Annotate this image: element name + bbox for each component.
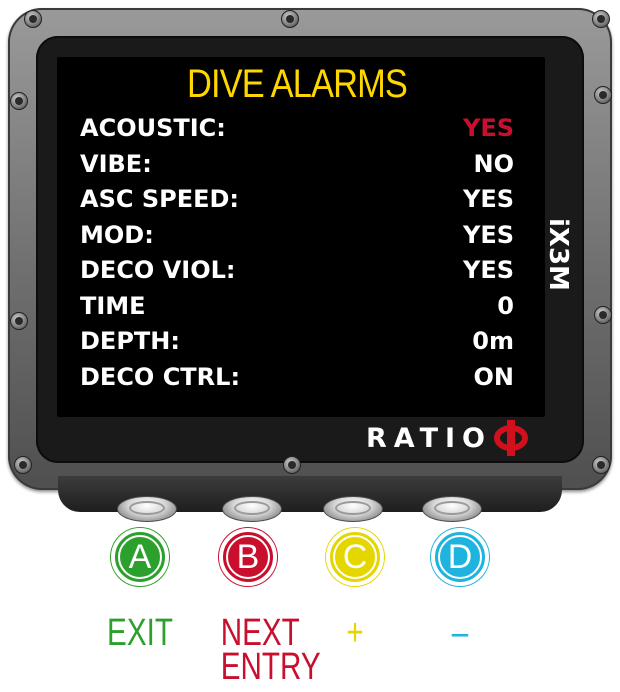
setting-value: YES: [462, 185, 514, 213]
dive-computer: DIVE ALARMS ACOUSTIC: YES VIBE: NO ASC S…: [0, 0, 620, 692]
button-b-badge: B: [219, 528, 277, 586]
setting-row-time[interactable]: TIME 0: [80, 292, 514, 328]
menu-title: DIVE ALARMS: [187, 62, 408, 106]
setting-row-vibe[interactable]: VIBE: NO: [80, 150, 514, 186]
alarm-settings-list: ACOUSTIC: YES VIBE: NO ASC SPEED: YES MO…: [80, 114, 514, 398]
setting-label: VIBE:: [80, 149, 152, 178]
phi-logo-icon: [494, 420, 529, 456]
button-c-function: +: [346, 612, 364, 654]
physical-button-d[interactable]: [422, 490, 482, 524]
setting-row-asc-speed[interactable]: ASC SPEED: YES: [80, 185, 514, 221]
button-c-letter: C: [333, 535, 377, 579]
setting-label: DEPTH:: [80, 327, 180, 355]
button-d-function: –: [451, 612, 469, 654]
screw-icon: [10, 312, 28, 330]
setting-row-deco-ctrl[interactable]: DECO CTRL: ON: [80, 363, 514, 399]
physical-button-a[interactable]: [117, 490, 177, 524]
setting-value: NO: [473, 149, 515, 178]
button-a-function: EXIT: [107, 612, 173, 654]
setting-label: MOD:: [80, 220, 154, 249]
screw-icon: [24, 10, 42, 28]
setting-row-depth[interactable]: DEPTH: 0m: [80, 327, 514, 363]
setting-row-acoustic[interactable]: ACOUSTIC: YES: [80, 114, 514, 150]
setting-label: ACOUSTIC:: [80, 114, 226, 142]
setting-value: 0m: [472, 327, 514, 355]
setting-value: YES: [462, 114, 514, 142]
button-a-badge: A: [111, 528, 169, 586]
button-c-badge: C: [326, 528, 384, 586]
setting-value: YES: [462, 256, 514, 284]
screw-icon: [592, 10, 610, 28]
setting-label: DECO VIOL:: [80, 256, 236, 284]
button-d-letter: D: [438, 535, 482, 579]
screw-icon: [283, 456, 301, 474]
setting-row-deco-viol[interactable]: DECO VIOL: YES: [80, 256, 514, 292]
button-b-letter: B: [226, 535, 270, 579]
setting-value: 0: [497, 291, 514, 320]
physical-button-c[interactable]: [323, 490, 383, 524]
setting-label: TIME: [80, 291, 146, 320]
screw-icon: [281, 10, 299, 28]
setting-label: ASC SPEED:: [80, 185, 240, 213]
button-b-function: NEXT ENTRY: [220, 612, 321, 688]
setting-row-mod[interactable]: MOD: YES: [80, 221, 514, 257]
setting-label: DECO CTRL:: [80, 362, 241, 391]
screw-icon: [594, 86, 612, 104]
setting-value: ON: [473, 362, 515, 391]
model-label: iX3M: [543, 217, 573, 291]
brand-mark: RATIO: [366, 418, 529, 458]
button-d-badge: D: [431, 528, 489, 586]
screw-icon: [592, 456, 610, 474]
screw-icon: [594, 306, 612, 324]
setting-value: YES: [462, 220, 514, 249]
screw-icon: [10, 92, 28, 110]
screw-icon: [14, 456, 32, 474]
brand-name: RATIO: [366, 422, 493, 454]
button-a-letter: A: [118, 535, 162, 579]
physical-button-b[interactable]: [222, 490, 282, 524]
